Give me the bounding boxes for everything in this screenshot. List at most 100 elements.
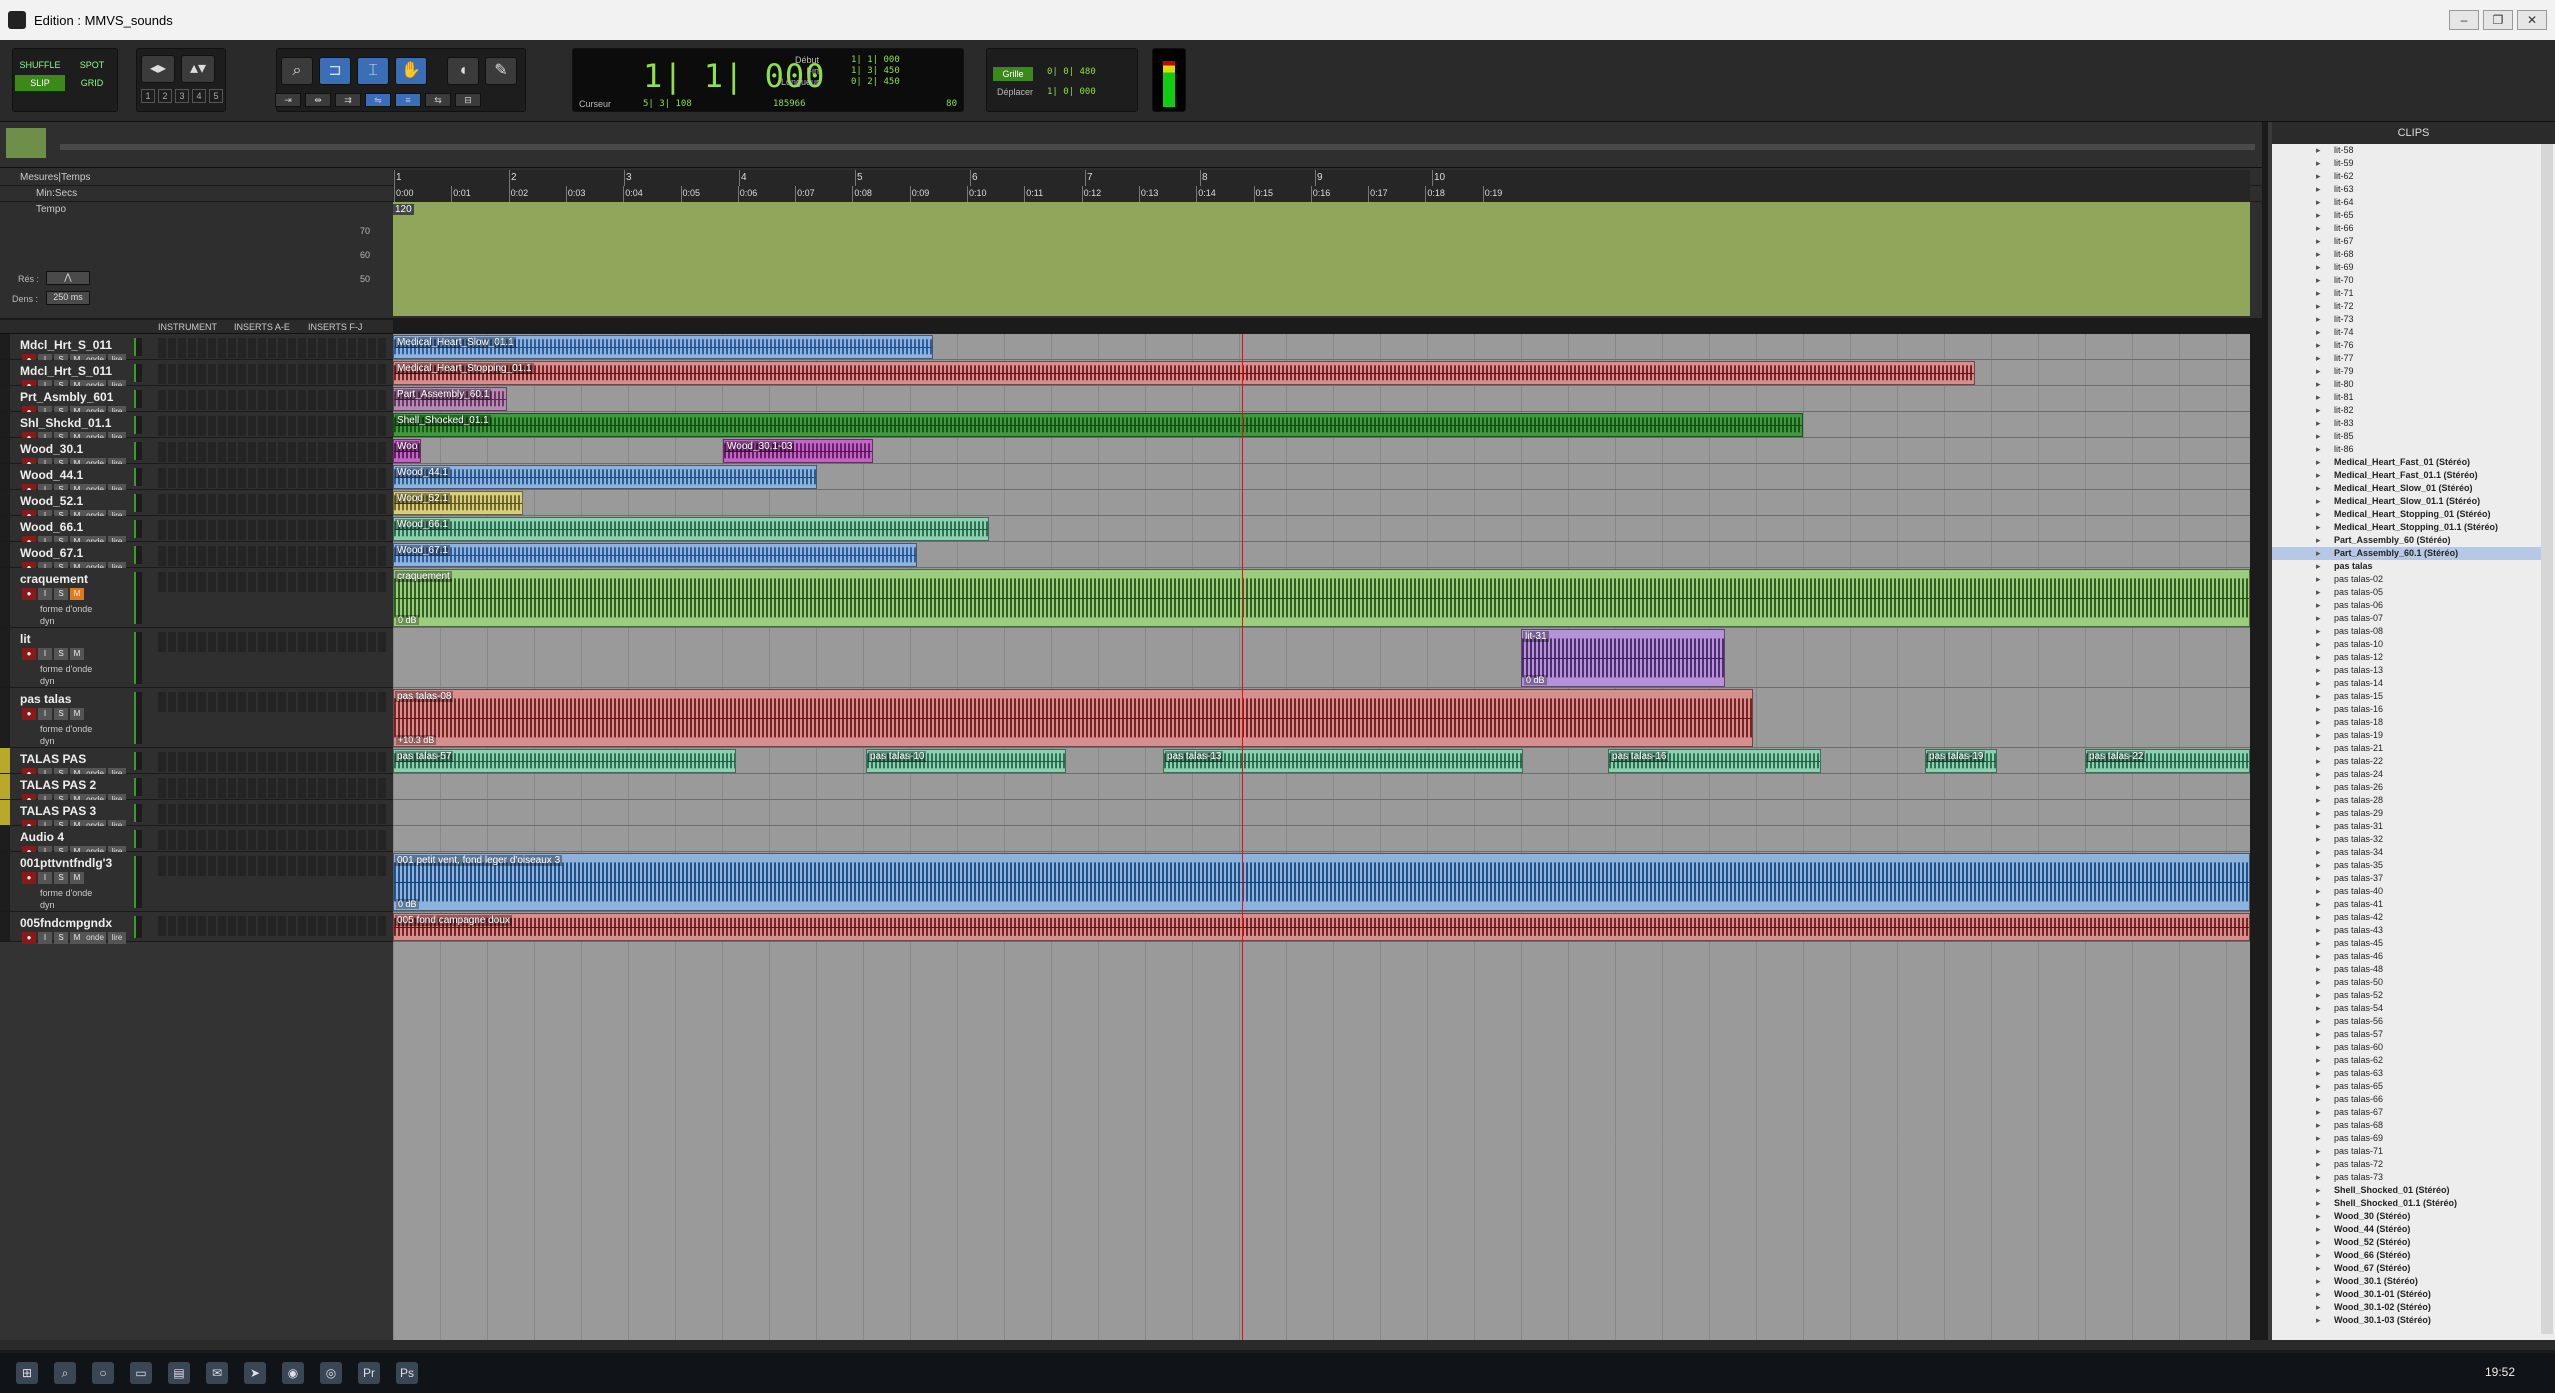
track-name[interactable]: craquement [20, 572, 88, 586]
link-track-edit-icon[interactable]: ⇋ [365, 93, 391, 107]
audio-clip[interactable]: Medical_Heart_Slow_01.1 [393, 335, 933, 359]
clip-list-item[interactable]: pas talas-73 [2272, 1171, 2542, 1184]
clip-list-item[interactable]: lit-82 [2272, 404, 2542, 417]
track-header[interactable]: Audio 4 ● I S M onde lire [0, 826, 393, 858]
track-name[interactable]: Prt_Asmbly_601 [20, 390, 113, 404]
record-enable-button[interactable]: ● [22, 648, 36, 660]
resolution-select[interactable]: ⋀ [46, 271, 90, 285]
clip-list-item[interactable]: pas talas-65 [2272, 1080, 2542, 1093]
zoom-preset-3[interactable]: 3 [175, 89, 189, 103]
clip-list-item[interactable]: pas talas-26 [2272, 781, 2542, 794]
mail-icon[interactable]: ✉ [206, 1362, 228, 1384]
tempo-value[interactable]: 80 [946, 99, 957, 109]
clip-list-item[interactable]: lit-70 [2272, 274, 2542, 287]
record-enable-button[interactable]: ● [22, 708, 36, 720]
input-monitor-button[interactable]: I [38, 708, 52, 720]
audio-clip[interactable]: Wood_66.1 [393, 517, 989, 541]
inserts-slots[interactable] [158, 692, 388, 712]
inserts-slots[interactable] [158, 572, 388, 592]
inserts-slots[interactable] [158, 804, 388, 824]
clip-list-item[interactable]: pas talas-06 [2272, 599, 2542, 612]
insertion-follows-icon[interactable]: ⇉ [335, 93, 361, 107]
clip-list-item[interactable]: Medical_Heart_Stopping_01.1 (Stéréo) [2272, 521, 2542, 534]
clip-list-item[interactable]: pas talas-15 [2272, 690, 2542, 703]
record-enable-button[interactable]: ● [22, 932, 36, 944]
clip-list-item[interactable]: pas talas-50 [2272, 976, 2542, 989]
automation-mode-select[interactable]: lire [108, 932, 126, 944]
clip-list-item[interactable]: pas talas-68 [2272, 1119, 2542, 1132]
clip-list-item[interactable]: lit-86 [2272, 443, 2542, 456]
track-name[interactable]: Wood_44.1 [20, 468, 83, 482]
nudge-value[interactable]: 1| 0| 000 [1047, 87, 1096, 97]
keyboard-focus-icon[interactable]: ⊟ [455, 93, 481, 107]
clip-list-item[interactable]: Wood_30.1-03 (Stéréo) [2272, 1314, 2542, 1327]
clip-list-item[interactable]: pas talas-22 [2272, 755, 2542, 768]
bars-scale[interactable]: 1 2 3 4 5 6 7 8 9 10 [393, 170, 2250, 186]
audio-clip[interactable]: Wood_67.1 [393, 543, 917, 567]
dyn-select[interactable]: dyn [40, 676, 55, 686]
start-value[interactable]: 1| 1| 000 [851, 55, 900, 66]
scrubber-tool-icon[interactable]: ◖ [447, 57, 479, 85]
premiere-icon[interactable]: Pr [358, 1362, 380, 1384]
clip-list-item[interactable]: lit-64 [2272, 196, 2542, 209]
clip-list-item[interactable]: Medical_Heart_Fast_01.1 (Stéréo) [2272, 469, 2542, 482]
clip-list-item[interactable]: pas talas-29 [2272, 807, 2542, 820]
input-monitor-button[interactable]: I [38, 648, 52, 660]
input-monitor-button[interactable]: I [38, 588, 52, 600]
track-header[interactable]: Wood_67.1 ● I S M onde lire [0, 542, 393, 574]
track-header[interactable]: 001pttvntfndlg'3 ● I S M forme d'onde dy… [0, 852, 393, 912]
track-header[interactable]: pas talas ● I S M forme d'onde dyn [0, 688, 393, 748]
record-enable-button[interactable]: ● [22, 588, 36, 600]
clip-list-item[interactable]: Wood_30.1-02 (Stéréo) [2272, 1301, 2542, 1314]
clip-list-item[interactable]: pas talas-54 [2272, 1002, 2542, 1015]
clip-list-item[interactable]: lit-73 [2272, 313, 2542, 326]
clip-list-item[interactable]: pas talas-46 [2272, 950, 2542, 963]
clip-list-item[interactable]: pas talas-43 [2272, 924, 2542, 937]
clip-list-item[interactable]: lit-83 [2272, 417, 2542, 430]
clip-list-item[interactable]: Medical_Heart_Stopping_01 (Stéréo) [2272, 508, 2542, 521]
clip-list-item[interactable]: Part_Assembly_60.1 (Stéréo) [2272, 547, 2542, 560]
clip-list-item[interactable]: Medical_Heart_Slow_01 (Stéréo) [2272, 482, 2542, 495]
track-header[interactable]: Mdcl_Hrt_S_011 ● I S M onde lire [0, 360, 393, 392]
clip-list-item[interactable]: pas talas-18 [2272, 716, 2542, 729]
clip-list-item[interactable]: pas talas-72 [2272, 1158, 2542, 1171]
clip-list-item[interactable]: lit-62 [2272, 170, 2542, 183]
track-header[interactable]: lit ● I S M forme d'onde dyn [0, 628, 393, 688]
clip-list-item[interactable]: lit-85 [2272, 430, 2542, 443]
universe-overview[interactable] [0, 122, 2262, 168]
audio-clip[interactable]: pas talas-08 +10.3 dB [393, 689, 1753, 747]
clip-list-item[interactable]: Wood_44 (Stéréo) [2272, 1223, 2542, 1236]
audio-clip[interactable]: Part_Assembly_60.1 [393, 387, 507, 411]
audio-clip[interactable]: pas talas-19 [1925, 749, 1997, 773]
clip-list-item[interactable]: lit-76 [2272, 339, 2542, 352]
dyn-select[interactable]: dyn [40, 616, 55, 626]
clip-list-item[interactable]: pas talas-07 [2272, 612, 2542, 625]
track-name[interactable]: Wood_52.1 [20, 494, 83, 508]
input-monitor-button[interactable]: I [38, 932, 52, 944]
audio-clip[interactable]: craquement 0 dB [393, 569, 2250, 627]
inserts-slots[interactable] [158, 632, 388, 652]
clip-list-item[interactable]: pas talas-57 [2272, 1028, 2542, 1041]
inserts-slots[interactable] [158, 520, 388, 540]
clip-list-item[interactable]: pas talas-05 [2272, 586, 2542, 599]
edit-window-timeline[interactable]: Medical_Heart_Slow_01.1 Medical_Heart_St… [393, 334, 2250, 1340]
audio-clip[interactable]: 005 fond campagne doux [393, 913, 2250, 941]
clip-list-item[interactable]: pas talas-67 [2272, 1106, 2542, 1119]
mirror-midi-icon[interactable]: ≡ [395, 93, 421, 107]
mode-shuffle-button[interactable]: SHUFFLE [15, 57, 65, 73]
audio-clip[interactable]: Wood_52.1 [393, 491, 523, 515]
inserts-slots[interactable] [158, 494, 388, 514]
zoom-preset-4[interactable]: 4 [192, 89, 206, 103]
task-view-icon[interactable]: ▭ [130, 1362, 152, 1384]
solo-button[interactable]: S [54, 588, 68, 600]
track-header[interactable]: TALAS PAS 3 ● I S M onde lire [0, 800, 393, 832]
track-name[interactable]: 005fndcmpgndx [20, 916, 112, 930]
clip-list-item[interactable]: Wood_30.1-01 (Stéréo) [2272, 1288, 2542, 1301]
clip-list-item[interactable]: lit-74 [2272, 326, 2542, 339]
clip-list-item[interactable]: Wood_30.1 (Stéréo) [2272, 1275, 2542, 1288]
clip-list-item[interactable]: Medical_Heart_Slow_01.1 (Stéréo) [2272, 495, 2542, 508]
solo-button[interactable]: S [54, 872, 68, 884]
clip-list-item[interactable]: pas talas-40 [2272, 885, 2542, 898]
clip-list-item[interactable]: lit-58 [2272, 144, 2542, 157]
clips-list[interactable]: lit-58lit-59lit-62lit-63lit-64lit-65lit-… [2272, 144, 2542, 1334]
